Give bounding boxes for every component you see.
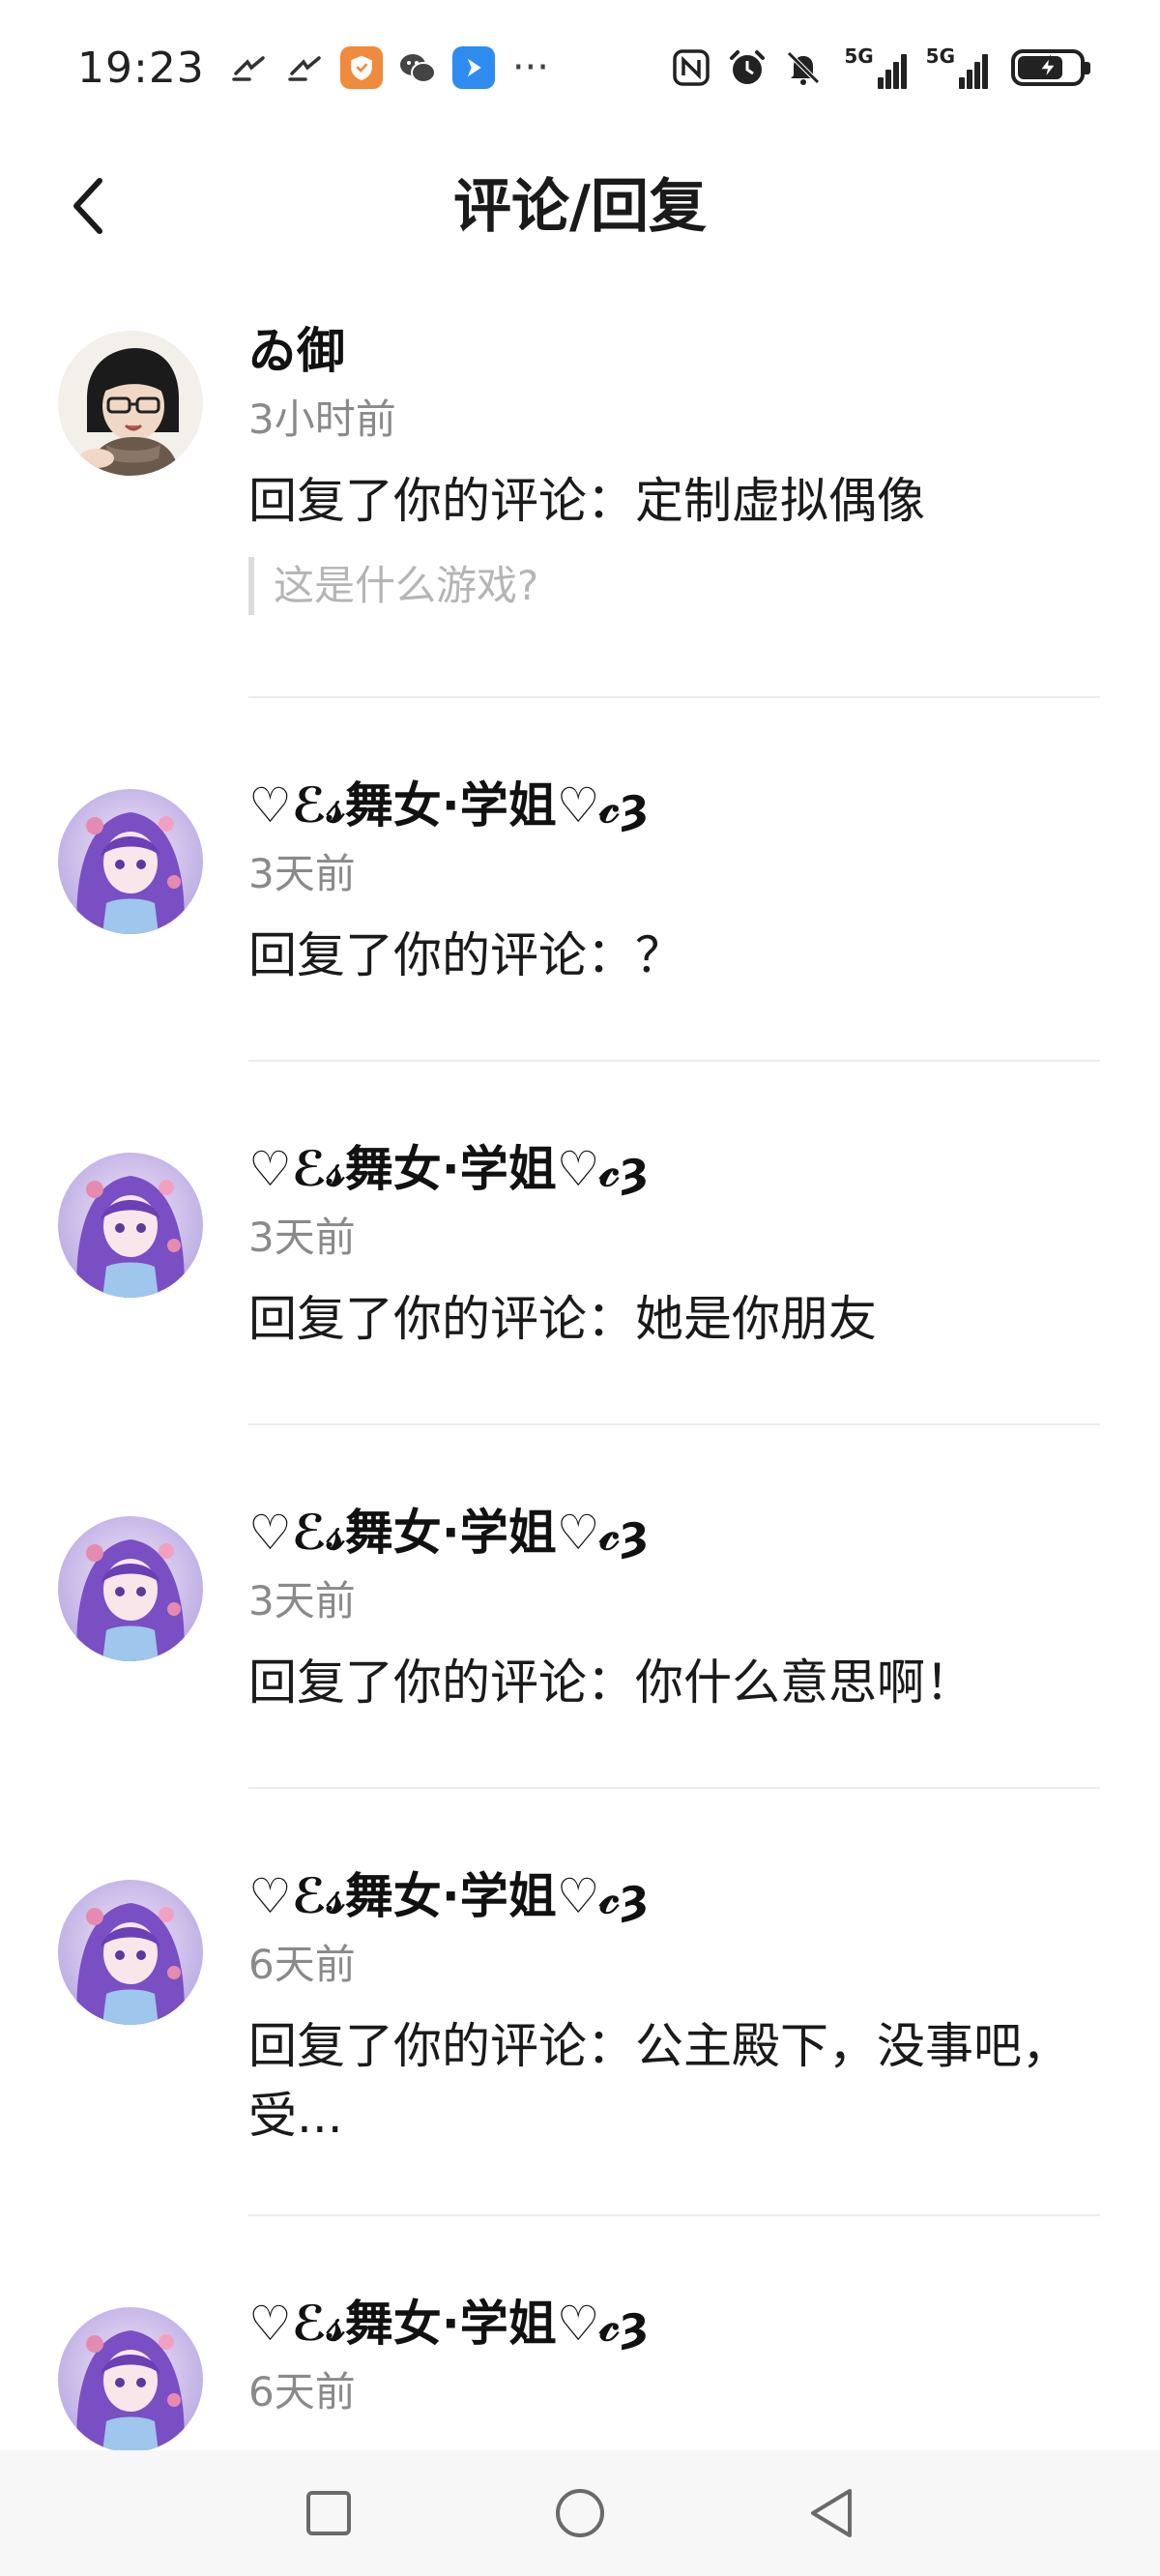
avatar[interactable] bbox=[58, 1153, 203, 1298]
divider bbox=[248, 696, 1100, 698]
more-notifications: ··· bbox=[511, 45, 549, 90]
recents-button[interactable] bbox=[300, 2484, 358, 2542]
username[interactable]: ♡ℰ𝓈舞女·学姐♡𝒸ȝ bbox=[248, 1501, 1100, 1565]
system-nav-bar bbox=[0, 2450, 1160, 2576]
signal-5g-icon: 5G bbox=[926, 46, 988, 89]
item-body: ♡ℰ𝓈舞女·学姐♡𝒸ȝ 6天前 回复了你的评论：公主殿下，没事吧，受... bbox=[248, 1864, 1100, 2151]
back-nav-button[interactable] bbox=[802, 2484, 860, 2542]
reply-text[interactable]: 回复了你的评论：公主殿下，没事吧，受... bbox=[248, 2011, 1100, 2151]
wechat-icon bbox=[396, 46, 439, 89]
divider bbox=[248, 1787, 1100, 1789]
shield-app-icon bbox=[339, 46, 383, 89]
timestamp: 6天前 bbox=[248, 2368, 356, 2415]
reply-text[interactable]: 回复了你的评论：？ bbox=[248, 921, 1100, 990]
avatar[interactable] bbox=[58, 2307, 203, 2452]
timestamp: 6天前 bbox=[248, 1941, 356, 1988]
username[interactable]: ♡ℰ𝓈舞女·学姐♡𝒸ȝ bbox=[248, 774, 1100, 837]
back-triangle-icon bbox=[811, 2489, 852, 2537]
nfc-icon bbox=[670, 46, 712, 89]
divider bbox=[248, 1060, 1100, 1062]
signal-5g-icon: 5G bbox=[844, 46, 907, 89]
reply-text[interactable]: 回复了你的评论：定制虚拟偶像 bbox=[248, 466, 1100, 536]
avatar[interactable] bbox=[58, 1516, 203, 1661]
home-button[interactable] bbox=[551, 2484, 609, 2542]
item-body: ♡ℰ𝓈舞女·学姐♡𝒸ȝ 3天前 回复了你的评论：？ bbox=[248, 774, 1100, 990]
alarm-icon bbox=[726, 46, 768, 89]
quoted-comment[interactable]: 这是什么游戏? bbox=[248, 557, 1100, 615]
item-body: ♡ℰ𝓈舞女·学姐♡𝒸ȝ 3天前 回复了你的评论：你什么意思啊！ bbox=[248, 1501, 1100, 1717]
timestamp: 3天前 bbox=[248, 1577, 356, 1625]
timestamp: 3天前 bbox=[248, 1214, 356, 1261]
divider bbox=[248, 2214, 1100, 2216]
username[interactable]: ♡ℰ𝓈舞女·学姐♡𝒸ȝ bbox=[248, 1864, 1100, 1928]
battery-charging-icon bbox=[1011, 49, 1090, 86]
status-left: 19:23 ··· bbox=[77, 44, 549, 93]
missed-call-icon bbox=[228, 46, 271, 89]
item-body: ゐ御 3小时前 回复了你的评论：定制虚拟偶像 这是什么游戏? bbox=[248, 319, 1100, 615]
status-time: 19:23 bbox=[77, 43, 205, 93]
missed-call-icon bbox=[284, 46, 327, 89]
timestamp: 3小时前 bbox=[248, 395, 396, 443]
status-right: 5G 5G bbox=[670, 46, 1090, 89]
arrow-app-icon bbox=[451, 46, 495, 89]
timestamp: 3天前 bbox=[248, 850, 356, 897]
username[interactable]: ♡ℰ𝓈舞女·学姐♡𝒸ȝ bbox=[248, 1137, 1100, 1201]
username[interactable]: ゐ御 bbox=[248, 319, 1100, 383]
username[interactable]: ♡ℰ𝓈舞女·学姐♡𝒸ȝ bbox=[248, 2292, 1100, 2356]
home-circle-icon bbox=[556, 2489, 604, 2537]
item-body: ♡ℰ𝓈舞女·学姐♡𝒸ȝ 6天前 bbox=[248, 2292, 1100, 2419]
mute-icon bbox=[782, 46, 825, 89]
reply-text[interactable]: 回复了你的评论：你什么意思啊！ bbox=[248, 1648, 1100, 1717]
page-title: 评论/回复 bbox=[453, 173, 707, 241]
avatar[interactable] bbox=[58, 1880, 203, 2025]
status-bar: 19:23 ··· 5G 5G bbox=[0, 0, 1160, 135]
header: 评论/回复 bbox=[0, 155, 1160, 261]
avatar[interactable] bbox=[58, 789, 203, 934]
item-body: ♡ℰ𝓈舞女·学姐♡𝒸ȝ 3天前 回复了你的评论：她是你朋友 bbox=[248, 1137, 1100, 1354]
avatar[interactable] bbox=[58, 331, 203, 476]
divider bbox=[248, 1423, 1100, 1425]
reply-text[interactable]: 回复了你的评论：她是你朋友 bbox=[248, 1284, 1100, 1354]
recents-square-icon bbox=[306, 2491, 351, 2535]
